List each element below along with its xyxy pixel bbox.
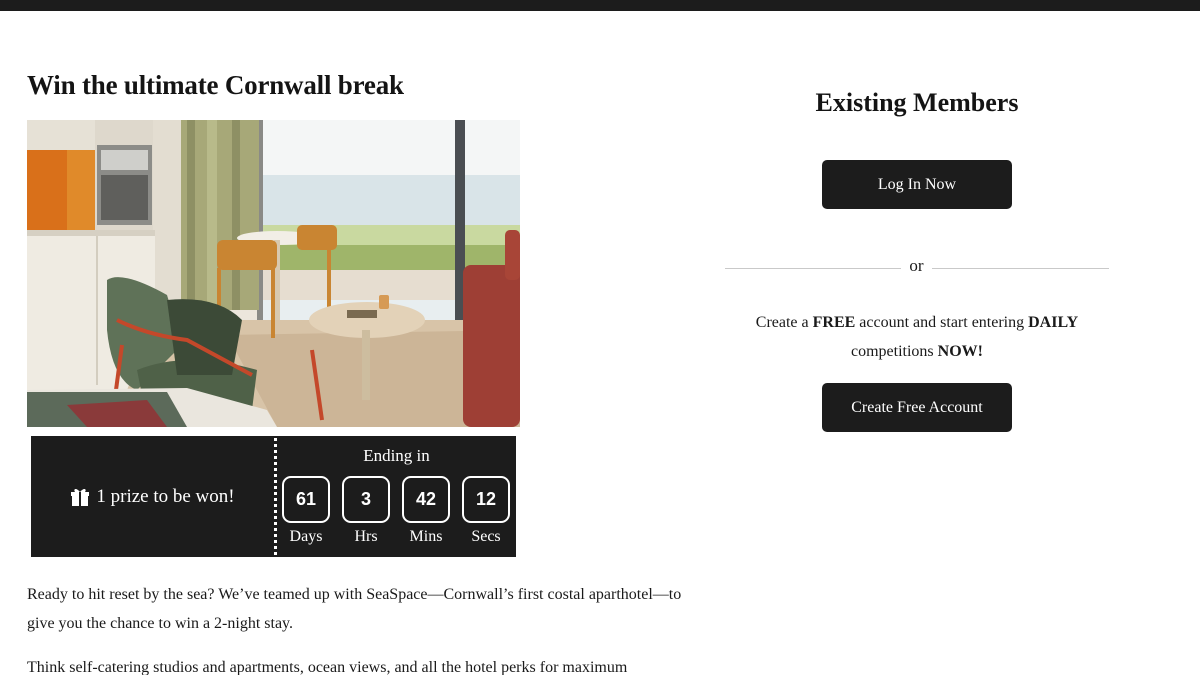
prize-info: 1 prize to be won! (31, 436, 274, 557)
countdown-hours-label: Hrs (354, 528, 378, 545)
create-text-part2: account and start entering (855, 314, 1029, 331)
create-text-daily: DAILY (1028, 314, 1079, 331)
countdown-hours: 3 (342, 476, 390, 523)
page-title: Win the ultimate Cornwall break (27, 70, 404, 100)
members-title: Existing Members (815, 88, 1019, 117)
prize-text: 1 prize to be won! (96, 485, 235, 507)
countdown-days-label: Days (289, 528, 323, 545)
gift-icon (70, 487, 90, 507)
or-separator: or (725, 256, 1109, 280)
create-text-free: FREE (812, 314, 856, 331)
or-label: or (909, 256, 924, 275)
countdown-values: 61 3 42 12 (282, 476, 522, 523)
countdown-mins-label: Mins (409, 528, 443, 545)
or-line-left (725, 268, 901, 269)
hero-image (27, 120, 520, 427)
countdown-secs: 12 (462, 476, 510, 523)
create-account-button[interactable]: Create Free Account (822, 383, 1012, 432)
description-paragraph-1: Ready to hit reset by the sea? We’ve tea… (27, 586, 682, 632)
countdown-labels: Days Hrs Mins Secs (282, 528, 522, 546)
countdown-days: 61 (282, 476, 330, 523)
description-paragraph-2: Think self-catering studios and apartmen… (27, 659, 628, 675)
create-text-part3: competitions (851, 343, 938, 360)
top-bar (0, 0, 1200, 11)
create-text-part1: Create a (755, 314, 813, 331)
or-line-right (932, 268, 1109, 269)
login-button[interactable]: Log In Now (822, 160, 1012, 209)
prize-countdown-panel: 1 prize to be won! Ending in 61 3 42 12 … (31, 436, 516, 557)
create-account-text: Create a FREE account and start entering… (720, 308, 1114, 366)
countdown-secs-label: Secs (471, 528, 501, 545)
countdown-heading: Ending in (363, 446, 430, 465)
countdown-mins: 42 (402, 476, 450, 523)
create-text-now: NOW! (937, 343, 983, 360)
